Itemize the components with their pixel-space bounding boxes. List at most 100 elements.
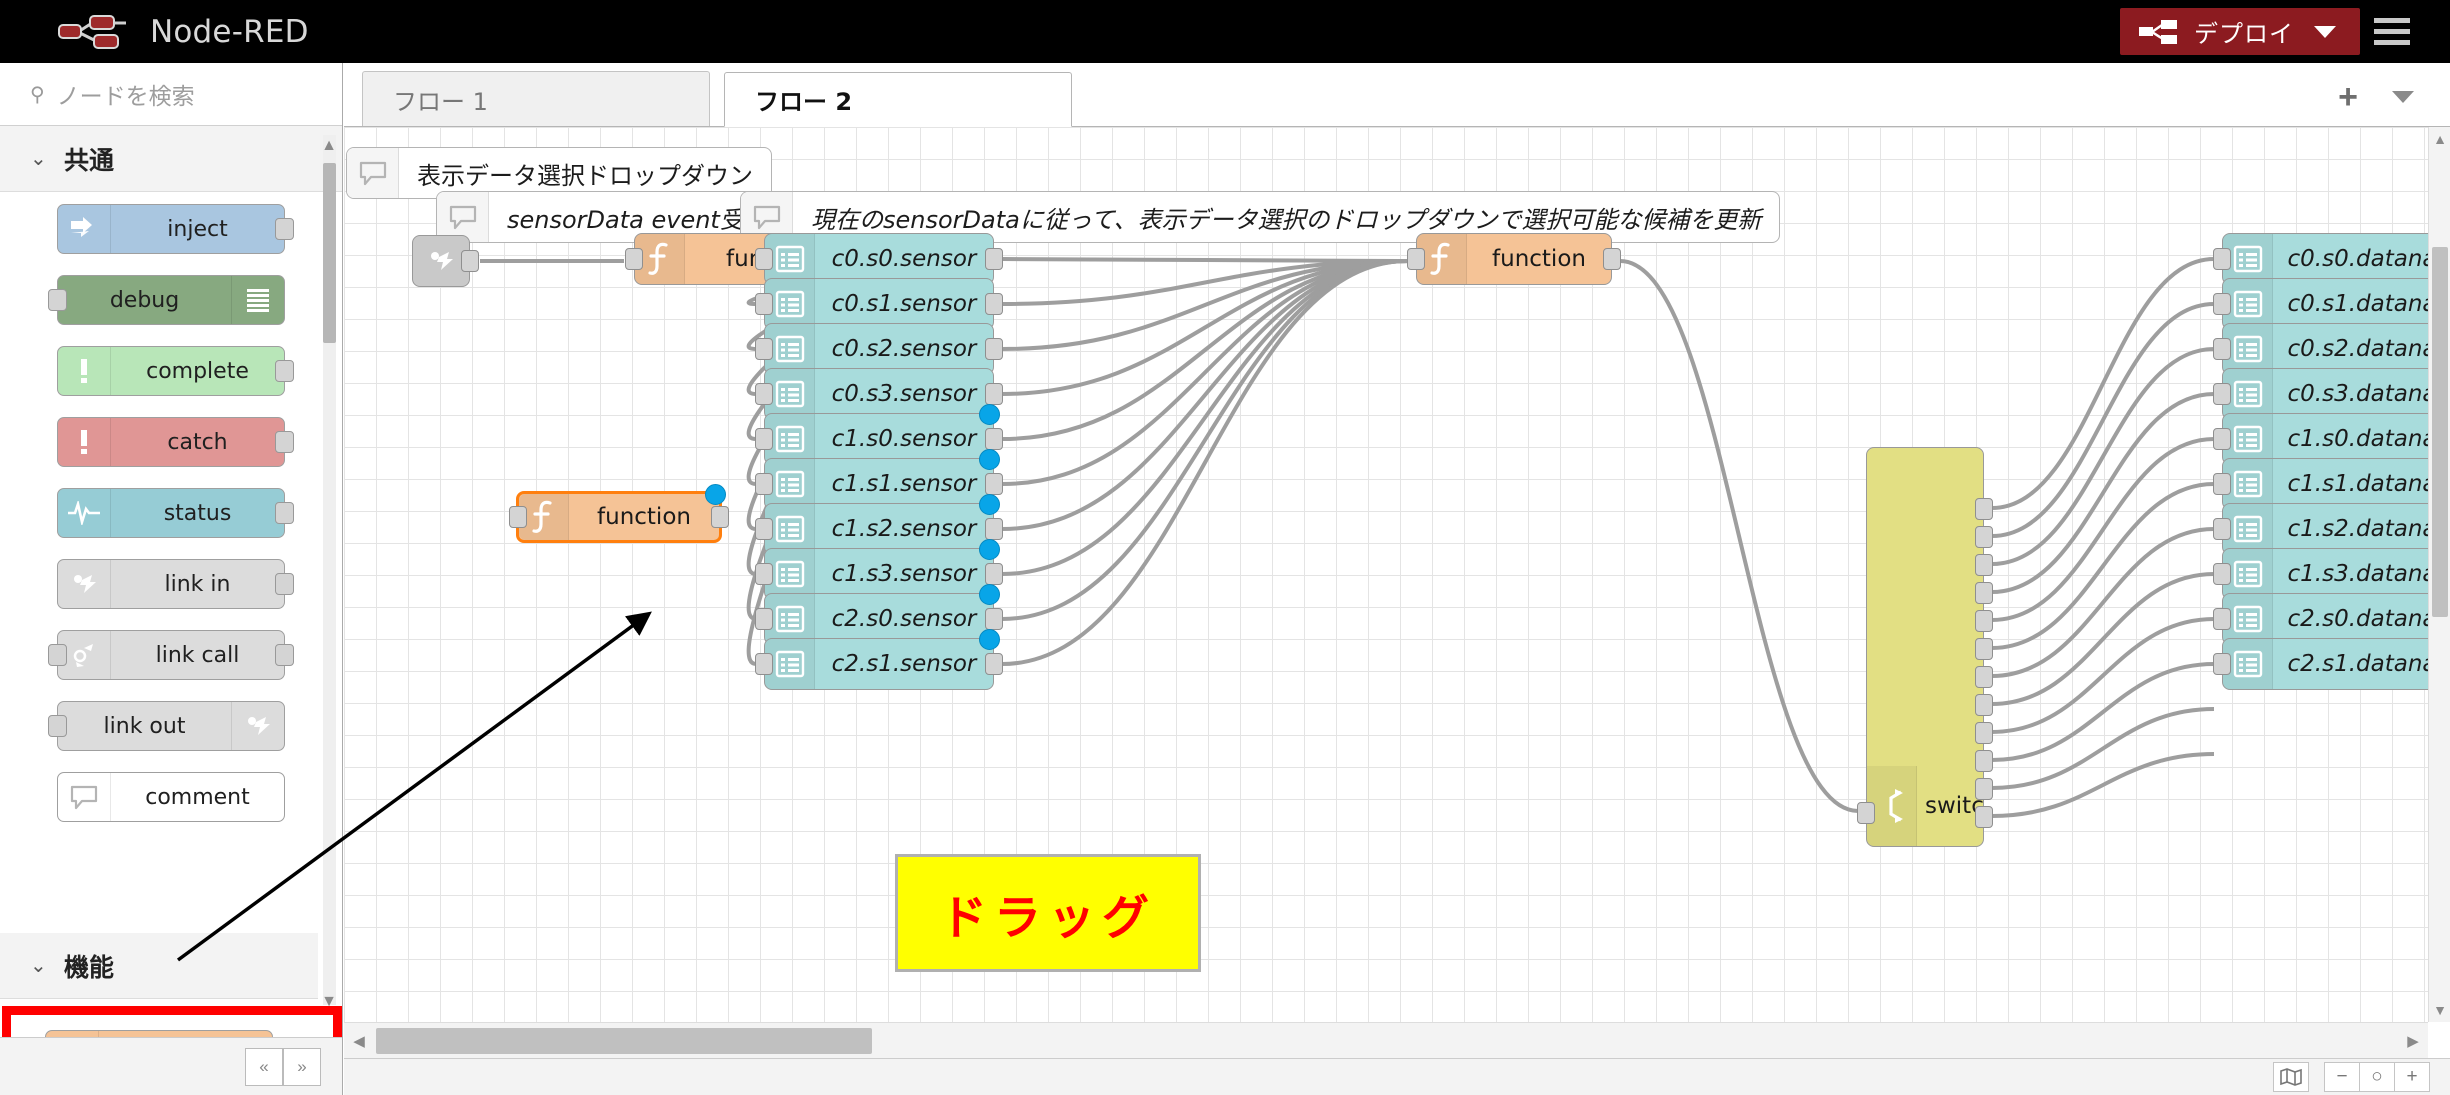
plus-icon[interactable]: + [2338, 80, 2358, 114]
node-output-port[interactable] [985, 608, 1003, 630]
flow-canvas[interactable]: ドラッグ 表示データ選択ドロップダウン sensorData event受信 現在の… [344, 127, 2428, 1022]
chevron-up-icon[interactable]: ▲ [320, 137, 338, 155]
deploy-button[interactable]: デプロイ [2120, 8, 2360, 55]
node-input-port[interactable] [2213, 248, 2231, 270]
canvas-node-sensor[interactable]: c2.s1.sensor [755, 629, 1003, 690]
node-input-port[interactable] [1857, 802, 1875, 824]
node-output-port[interactable] [985, 518, 1003, 540]
node-input-port[interactable] [755, 518, 773, 540]
palette-node-link-call[interactable]: link call [48, 630, 294, 680]
node-output-port[interactable] [275, 360, 294, 382]
zoom-reset-icon[interactable]: ○ [2359, 1062, 2395, 1092]
canvas-node-switch[interactable]: switch [1857, 447, 1993, 847]
node-input-port[interactable] [625, 248, 643, 270]
node-output-port[interactable] [1975, 582, 1993, 604]
node-input-port[interactable] [755, 293, 773, 315]
palette-node-status[interactable]: status [57, 488, 294, 538]
node-output-port[interactable] [1975, 666, 1993, 688]
node-input-port[interactable] [755, 338, 773, 360]
zoom-out-icon[interactable]: − [2324, 1062, 2360, 1092]
node-input-port[interactable] [1407, 248, 1425, 270]
collapse-all-icon[interactable]: « [245, 1047, 283, 1086]
node-output-port[interactable] [1975, 498, 1993, 520]
node-output-port[interactable] [1975, 638, 1993, 660]
palette-node-inject[interactable]: inject [57, 204, 294, 254]
palette-category-function[interactable]: ⌄ 機能 [0, 933, 318, 999]
canvas-horizontal-scrollbar[interactable]: ◀ ▶ [344, 1022, 2428, 1058]
canvas-node-fn-top-right[interactable]: function [1407, 233, 1621, 285]
hamburger-menu-icon[interactable] [2360, 18, 2424, 45]
node-output-port[interactable] [1975, 722, 1993, 744]
expand-all-icon[interactable]: » [283, 1047, 321, 1086]
node-input-port[interactable] [2213, 293, 2231, 315]
zoom-in-icon[interactable]: + [2394, 1062, 2430, 1092]
node-input-port[interactable] [2213, 563, 2231, 585]
node-output-port[interactable] [275, 644, 294, 666]
chevron-right-icon[interactable]: ▶ [2398, 1032, 2428, 1050]
node-output-port[interactable] [1603, 248, 1621, 270]
node-output-port[interactable] [275, 502, 294, 524]
node-input-port[interactable] [755, 383, 773, 405]
palette-node-debug[interactable]: debug [48, 275, 285, 325]
node-output-port[interactable] [985, 473, 1003, 495]
node-output-port[interactable] [985, 428, 1003, 450]
node-output-port[interactable] [985, 653, 1003, 675]
navigator-map-icon[interactable] [2273, 1062, 2309, 1092]
canvas-vscroll-thumb[interactable] [2432, 247, 2448, 617]
node-input-port[interactable] [48, 715, 67, 737]
palette-search-box[interactable]: ⚲ ノードを検索 [0, 63, 342, 126]
chevron-down-icon[interactable]: ▼ [320, 993, 338, 1011]
node-output-port[interactable] [711, 506, 729, 528]
node-output-port[interactable] [985, 383, 1003, 405]
node-input-port[interactable] [2213, 428, 2231, 450]
node-input-port[interactable] [755, 473, 773, 495]
chevron-down-icon[interactable] [2392, 91, 2414, 103]
chevron-down-icon[interactable] [2314, 25, 2336, 38]
chevron-left-icon[interactable]: ◀ [344, 1032, 374, 1050]
palette-node-comment[interactable]: comment [57, 772, 285, 822]
node-output-port[interactable] [275, 431, 294, 453]
node-input-port[interactable] [2213, 338, 2231, 360]
node-output-port[interactable] [275, 573, 294, 595]
node-input-port[interactable] [2213, 608, 2231, 630]
palette-node-complete[interactable]: complete [57, 346, 294, 396]
node-output-port[interactable] [1975, 750, 1993, 772]
node-output-port[interactable] [1975, 610, 1993, 632]
tab-flow-2[interactable]: フロー 2 [724, 72, 1072, 127]
tab-flow-1[interactable]: フロー 1 [362, 71, 710, 126]
node-input-port[interactable] [2213, 383, 2231, 405]
node-output-port[interactable] [1975, 554, 1993, 576]
node-output-port[interactable] [461, 250, 479, 272]
canvas-node-dataname[interactable]: c2.s1.datana [2213, 638, 2428, 690]
chevron-up-icon[interactable]: ▲ [2429, 131, 2450, 147]
canvas-vertical-scrollbar[interactable]: ▲ ▼ [2428, 127, 2450, 1022]
canvas-hscroll-thumb[interactable] [376, 1027, 872, 1054]
palette-node-link-out[interactable]: link out [48, 701, 285, 751]
node-input-port[interactable] [755, 248, 773, 270]
node-output-port[interactable] [1975, 778, 1993, 800]
node-input-port[interactable] [2213, 518, 2231, 540]
node-output-port[interactable] [1975, 694, 1993, 716]
node-input-port[interactable] [509, 506, 527, 528]
palette-scrollbar-thumb[interactable] [323, 163, 336, 343]
node-output-port[interactable] [985, 338, 1003, 360]
node-output-port[interactable] [275, 218, 294, 240]
node-input-port[interactable] [755, 563, 773, 585]
node-input-port[interactable] [755, 608, 773, 630]
node-output-port[interactable] [985, 563, 1003, 585]
node-input-port[interactable] [48, 289, 67, 311]
node-output-port[interactable] [1975, 806, 1993, 828]
node-input-port[interactable] [755, 653, 773, 675]
node-input-port[interactable] [48, 644, 67, 666]
node-output-port[interactable] [985, 293, 1003, 315]
node-input-port[interactable] [755, 428, 773, 450]
node-input-port[interactable] [2213, 473, 2231, 495]
node-input-port[interactable] [2213, 653, 2231, 675]
node-output-port[interactable] [985, 248, 1003, 270]
canvas-node-link-in[interactable] [412, 235, 479, 287]
chevron-down-icon[interactable]: ▼ [2429, 1002, 2450, 1018]
palette-category-common[interactable]: ⌄ 共通 [0, 126, 342, 192]
node-output-port[interactable] [1975, 526, 1993, 548]
palette-node-link-in[interactable]: link in [57, 559, 294, 609]
palette-node-catch[interactable]: catch [57, 417, 294, 467]
